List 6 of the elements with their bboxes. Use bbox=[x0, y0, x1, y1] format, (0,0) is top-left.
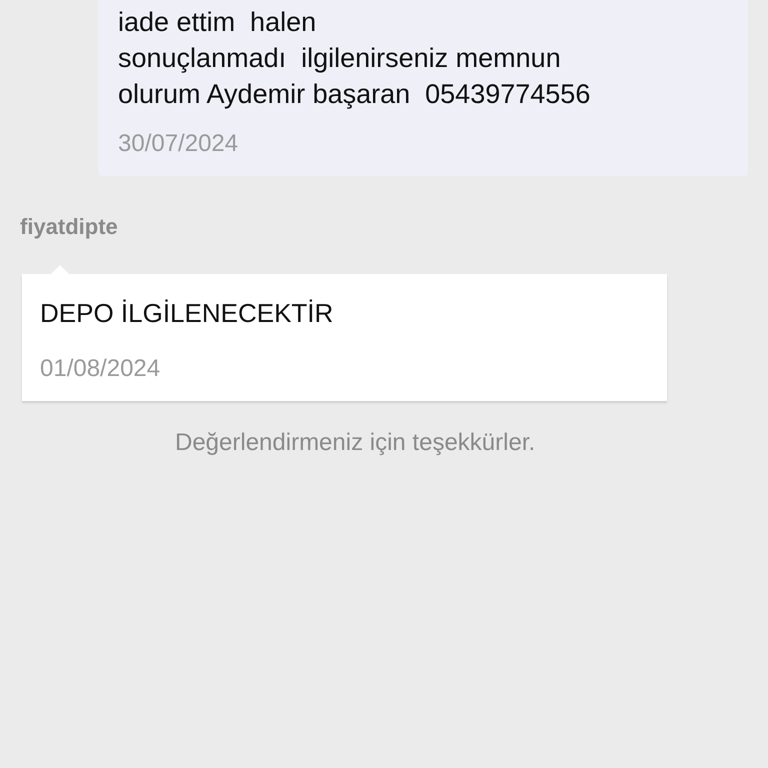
seller-name: fiyatdipte bbox=[20, 214, 119, 240]
thanks-note: Değerlendirmeniz için teşekkürler. bbox=[175, 429, 536, 457]
reply-date: 01/08/2024 bbox=[40, 355, 162, 383]
reply-text: DEPO İLGİLENECEKTİR bbox=[40, 298, 334, 329]
message-date: 30/07/2024 bbox=[118, 130, 240, 158]
message-text: iade ettim halen sonuçlanmadı ilgilenirseniz memnun olurum Aydemir başaran 05439774556 bbox=[118, 6, 592, 111]
